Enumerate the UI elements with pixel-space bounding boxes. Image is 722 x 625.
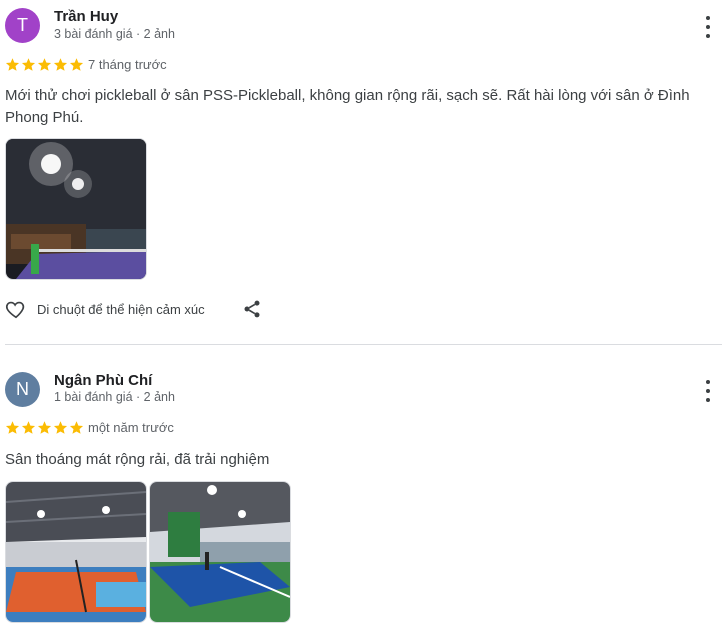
avatar[interactable]: N: [5, 372, 40, 407]
review-text: Sân thoáng mát rộng rải, đã trải nghiệm: [5, 451, 270, 468]
star-icon: [37, 58, 52, 71]
review-text: Mới thử chơi pickleball ở sân PSS-Pickle…: [5, 87, 690, 126]
reviewer-stats: 3 bài đánh giá · 2 ảnh: [54, 27, 175, 41]
reaction-label: Di chuột để thể hiện cảm xúc: [37, 301, 205, 317]
review-photo[interactable]: [149, 481, 291, 623]
review-time: 7 tháng trước: [88, 57, 167, 72]
share-icon: [244, 300, 260, 318]
more-vert-icon: [706, 380, 710, 384]
more-options-button[interactable]: [702, 380, 714, 402]
reviewer-name[interactable]: Ngân Phù Chí: [54, 372, 152, 389]
review-photo[interactable]: [5, 138, 147, 280]
star-icon: [69, 421, 84, 434]
review-card: T Trần Huy 3 bài đánh giá · 2 ảnh 7 thán…: [0, 0, 722, 340]
avatar-letter: T: [17, 15, 28, 35]
review-card: N Ngân Phù Chí 1 bài đánh giá · 2 ảnh mộ…: [0, 345, 722, 625]
star-icon: [69, 58, 84, 71]
avatar-letter: N: [16, 379, 29, 399]
reaction-button[interactable]: Di chuột để thể hiện cảm xúc: [5, 298, 205, 320]
court-photo-indoor: [150, 482, 290, 622]
reviewer-stats: 1 bài đánh giá · 2 ảnh: [54, 390, 175, 404]
star-icon: [53, 421, 68, 434]
star-icon: [53, 58, 68, 71]
star-rating: [5, 420, 84, 435]
star-icon: [5, 58, 20, 71]
star-icon: [21, 58, 36, 71]
court-photo-night: [6, 139, 146, 279]
more-vert-icon: [706, 16, 710, 20]
reviewer-name[interactable]: Trần Huy: [54, 8, 118, 25]
star-icon: [5, 421, 20, 434]
avatar[interactable]: T: [5, 8, 40, 43]
star-icon: [37, 421, 52, 434]
share-button[interactable]: [242, 299, 262, 319]
heart-outline-icon: [5, 301, 25, 319]
star-icon: [21, 421, 36, 434]
review-photo[interactable]: [5, 481, 147, 623]
more-options-button[interactable]: [702, 16, 714, 38]
review-time: một năm trước: [88, 420, 174, 435]
star-rating: [5, 57, 84, 72]
court-photo-indoor: [6, 482, 146, 622]
